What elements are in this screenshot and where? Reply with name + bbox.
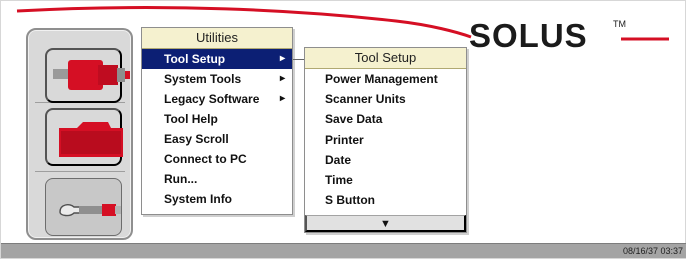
submenu-item-save-data[interactable]: Save Data bbox=[305, 109, 466, 129]
menu-item-label: System Tools bbox=[164, 72, 242, 86]
submenu-item-date[interactable]: Date bbox=[305, 150, 466, 170]
app-frame: SOLUS TM Utilities Tool Setup ▸ System T… bbox=[0, 0, 686, 259]
down-arrow-icon: ▼ bbox=[380, 218, 391, 230]
menu-item-label: Connect to PC bbox=[164, 152, 247, 166]
submenu-item-power-management[interactable]: Power Management bbox=[305, 69, 466, 89]
menu-item-connect-to-pc[interactable]: Connect to PC bbox=[142, 149, 292, 169]
menu-item-label: Easy Scroll bbox=[164, 132, 229, 146]
menu-item-label: Run... bbox=[164, 172, 198, 186]
scanner-connector-icon bbox=[53, 60, 130, 90]
menu-item-system-tools[interactable]: System Tools ▸ bbox=[142, 69, 292, 89]
menu-item-run[interactable]: Run... bbox=[142, 169, 292, 189]
menu-item-system-info[interactable]: System Info bbox=[142, 189, 292, 209]
wrench-icon bbox=[59, 204, 121, 217]
tool-tray bbox=[26, 28, 133, 240]
tray-divider-bottom bbox=[35, 171, 125, 172]
folder-icon bbox=[59, 122, 123, 157]
status-date-time: 08/16/37 03:37 bbox=[622, 246, 683, 256]
submenu-item-s-button[interactable]: S Button bbox=[305, 190, 466, 210]
submenu-arrow-icon: ▸ bbox=[279, 73, 285, 84]
data-folder-button[interactable] bbox=[45, 108, 123, 166]
menu-item-label: Tool Help bbox=[164, 112, 218, 126]
utilities-button[interactable] bbox=[45, 178, 122, 236]
submenu-connector bbox=[293, 59, 304, 60]
submenu-arrow-icon: ▸ bbox=[279, 53, 285, 64]
utilities-menu: Utilities Tool Setup ▸ System Tools ▸ Le… bbox=[141, 27, 293, 215]
utilities-menu-title: Utilities bbox=[142, 28, 292, 49]
brand-logo: SOLUS bbox=[469, 17, 588, 54]
submenu-item-printer[interactable]: Printer bbox=[305, 130, 466, 150]
submenu-arrow-icon: ▸ bbox=[279, 93, 285, 104]
status-bar: 08/16/37 03:37 bbox=[1, 243, 686, 258]
submenu-item-time[interactable]: Time bbox=[305, 170, 466, 190]
menu-item-easy-scroll[interactable]: Easy Scroll bbox=[142, 129, 292, 149]
menu-item-label: Legacy Software bbox=[164, 92, 260, 106]
scroll-down-button[interactable]: ▼ bbox=[305, 215, 466, 232]
diagnostics-button[interactable] bbox=[45, 48, 130, 103]
menu-item-label: Tool Setup bbox=[164, 52, 226, 66]
menu-item-legacy-software[interactable]: Legacy Software ▸ bbox=[142, 89, 292, 109]
brand-tm-mark: TM bbox=[613, 19, 626, 29]
tool-setup-menu: Tool Setup Power Management Scanner Unit… bbox=[304, 47, 467, 233]
menu-item-label: System Info bbox=[164, 192, 233, 206]
submenu-item-scanner-units[interactable]: Scanner Units bbox=[305, 89, 466, 109]
tool-setup-menu-title: Tool Setup bbox=[305, 48, 466, 69]
menu-item-tool-setup[interactable]: Tool Setup ▸ bbox=[142, 49, 292, 69]
menu-item-tool-help[interactable]: Tool Help bbox=[142, 109, 292, 129]
